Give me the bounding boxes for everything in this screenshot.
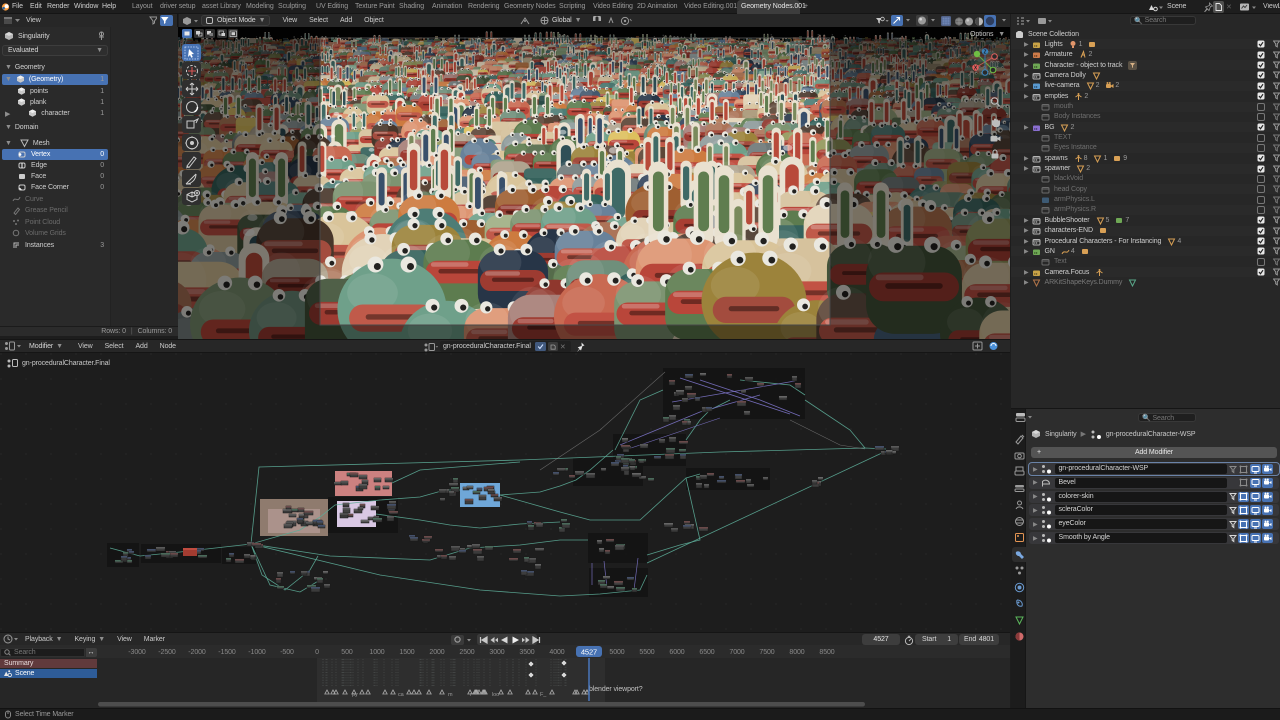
svg-text:3000: 3000 xyxy=(489,649,504,656)
svg-text:7500: 7500 xyxy=(759,649,774,656)
svg-text:Z: Z xyxy=(984,50,987,56)
svg-text:5500: 5500 xyxy=(639,649,654,656)
svg-text:blender viewport?: blender viewport? xyxy=(589,686,643,693)
svg-text:8000: 8000 xyxy=(789,649,804,656)
svg-text:4000: 4000 xyxy=(549,649,564,656)
svg-text:-2000: -2000 xyxy=(188,649,206,656)
svg-text:0: 0 xyxy=(315,649,319,656)
svg-text:1500: 1500 xyxy=(399,649,414,656)
svg-text:r: r xyxy=(470,692,472,698)
svg-text:m: m xyxy=(448,692,453,698)
svg-text:3500: 3500 xyxy=(519,649,534,656)
svg-text:loo: loo xyxy=(492,692,499,698)
svg-text:5000: 5000 xyxy=(609,649,624,656)
svg-text:py: py xyxy=(352,692,358,698)
svg-text:4527: 4527 xyxy=(581,648,597,657)
svg-text:6500: 6500 xyxy=(699,649,714,656)
svg-text:6000: 6000 xyxy=(669,649,684,656)
svg-text:-2500: -2500 xyxy=(158,649,176,656)
svg-text:7000: 7000 xyxy=(729,649,744,656)
svg-text:-1000: -1000 xyxy=(248,649,266,656)
svg-text:500: 500 xyxy=(341,649,353,656)
svg-text:F_: F_ xyxy=(540,692,547,698)
svg-text:-3000: -3000 xyxy=(128,649,146,656)
svg-text:2000: 2000 xyxy=(429,649,444,656)
svg-text:2500: 2500 xyxy=(459,649,474,656)
svg-text:-1500: -1500 xyxy=(218,649,236,656)
svg-text:8500: 8500 xyxy=(819,649,834,656)
svg-text:-500: -500 xyxy=(280,649,294,656)
svg-text:1000: 1000 xyxy=(369,649,384,656)
